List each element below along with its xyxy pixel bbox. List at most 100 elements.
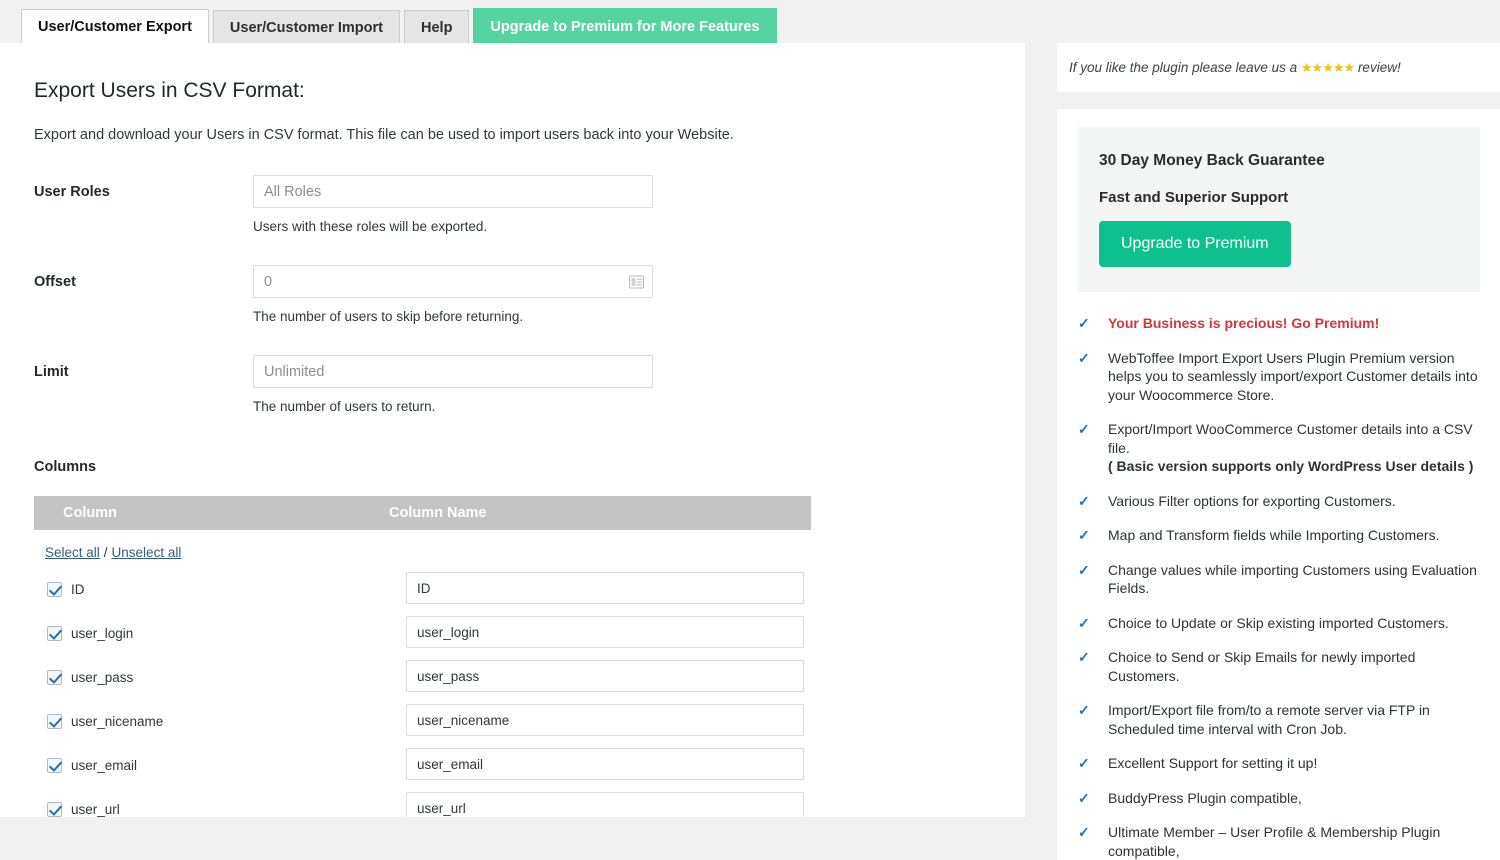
tab-bar: User/Customer ExportUser/Customer Import… [0,0,1500,44]
select-all-link[interactable]: Select all [45,545,100,560]
feature-text: BuddyPress Plugin compatible, [1108,790,1302,806]
field-help-2: The number of users to return. [253,399,991,415]
column-checkbox-wrap[interactable]: user_nicename [47,714,163,729]
column-row: ID [34,572,991,616]
column-name-input[interactable] [406,572,804,604]
check-icon: ✓ [1078,526,1090,545]
check-icon: ✓ [1078,823,1090,842]
form-row-2: Limit The number of users to return. [34,355,991,415]
column-header-column-name: Column Name [389,505,487,521]
export-settings-form: User Roles Users with these roles will be… [34,175,991,415]
field-wrapper-0: Users with these roles will be exported. [253,175,991,235]
check-icon: ✓ [1078,492,1090,511]
star-rating-icon[interactable]: ★★★★★ [1301,60,1354,75]
checkbox-checked-icon[interactable] [47,714,62,729]
select-all-separator: / [104,545,108,560]
column-checkbox-wrap[interactable]: user_pass [47,670,133,685]
input-offset[interactable] [253,265,653,298]
input-container-0 [253,175,653,208]
column-name-input[interactable] [406,660,804,692]
feature-item: ✓ Various Filter options for exporting Cu… [1078,492,1480,511]
feature-item: ✓ Export/Import WooCommerce Customer deta… [1078,420,1480,476]
column-label: ID [71,582,85,597]
column-label: user_login [71,626,133,641]
feature-item: ✓ Choice to Update or Skip existing impor… [1078,614,1480,633]
feature-text-bold-note: ( Basic version supports only WordPress … [1108,458,1473,474]
feature-text: Choice to Update or Skip existing import… [1108,615,1449,631]
autofill-form-icon[interactable] [629,275,644,288]
input-container-2 [253,355,653,388]
column-checkbox-wrap[interactable]: user_email [47,758,137,773]
column-row: user_pass [34,660,991,704]
premium-promo-box: 30 Day Money Back Guarantee Fast and Sup… [1077,127,1480,292]
unselect-all-link[interactable]: Unselect all [112,545,182,560]
form-row-1: Offset The number of users to skip before… [34,265,991,325]
page-description: Export and download your Users in CSV fo… [34,125,991,145]
column-name-input[interactable] [406,616,804,648]
tab-2[interactable]: Help [404,10,469,47]
field-help-0: Users with these roles will be exported. [253,219,991,235]
upgrade-to-premium-button[interactable]: Upgrade to Premium [1099,221,1291,267]
check-icon: ✓ [1078,754,1090,773]
input-container-1 [253,265,653,298]
input-limit[interactable] [253,355,653,388]
column-label: user_pass [71,670,133,685]
review-text-suffix: review! [1354,60,1401,75]
page-title: Export Users in CSV Format: [34,79,991,103]
checkbox-checked-icon[interactable] [47,670,62,685]
review-request-card: If you like the plugin please leave us a… [1057,43,1500,92]
feature-text: Export/Import WooCommerce Customer detai… [1108,421,1473,456]
columns-section-label: Columns [34,459,991,475]
sidebar: If you like the plugin please leave us a… [1057,43,1500,817]
feature-text: Various Filter options for exporting Cus… [1108,493,1396,509]
feature-item: ✓ BuddyPress Plugin compatible, [1078,789,1480,808]
check-icon: ✓ [1078,789,1090,808]
checkbox-checked-icon[interactable] [47,802,62,817]
feature-text: Excellent Support for setting it up! [1108,755,1317,771]
feature-item: ✓Import/Export file from/to a remote ser… [1078,701,1480,738]
column-checkbox-wrap[interactable]: ID [47,582,85,597]
feature-text: Ultimate Member – User Profile & Members… [1108,824,1440,859]
tab-1[interactable]: User/Customer Import [213,10,400,47]
feature-text: Import/Export file from/to a remote serv… [1108,702,1430,737]
field-label-2: Limit [34,364,69,380]
column-row: user_url [34,792,991,817]
column-header-column: Column [63,505,117,521]
feature-item: ✓ Map and Transform fields while Importin… [1078,526,1480,545]
feature-text: Map and Transform fields while Importing… [1108,527,1439,543]
column-name-input[interactable] [406,792,804,817]
column-checkbox-wrap[interactable]: user_login [47,626,133,641]
column-checkbox-wrap[interactable]: user_url [47,802,120,817]
feature-item: ✓Choice to Send or Skip Emails for newly… [1078,648,1480,685]
column-label: user_email [71,758,137,773]
support-text: Fast and Superior Support [1099,188,1458,208]
money-back-guarantee-text: 30 Day Money Back Guarantee [1099,151,1458,171]
check-icon: ✓ [1078,614,1090,633]
check-icon: ✓ [1078,420,1090,439]
check-icon: ✓ [1078,314,1090,333]
check-icon: ✓ [1078,349,1090,368]
select-all-controls: Select all / Unselect all [34,545,991,560]
input-user-roles[interactable] [253,175,653,208]
checkbox-checked-icon[interactable] [47,758,62,773]
columns-table-header: Column Column Name [34,496,811,530]
premium-feature-list: ✓Your Business is precious! Go Premium!✓… [1077,314,1480,860]
main-content-panel: Export Users in CSV Format: Export and d… [0,43,1025,817]
premium-promo-card: 30 Day Money Back Guarantee Fast and Sup… [1057,109,1500,860]
column-label: user_url [71,802,120,817]
field-help-1: The number of users to skip before retur… [253,309,991,325]
tab-upgrade-premium[interactable]: Upgrade to Premium for More Features [473,8,776,47]
feature-text: Your Business is precious! Go Premium! [1108,315,1379,331]
checkbox-checked-icon[interactable] [47,626,62,641]
feature-text: Change values while importing Customers … [1108,562,1477,597]
column-name-input[interactable] [406,704,804,736]
columns-list: ID user_login user_pass user_nicename user_e… [34,572,991,817]
field-wrapper-2: The number of users to return. [253,355,991,415]
field-label-1: Offset [34,274,76,290]
field-label-0: User Roles [34,184,110,200]
feature-item: ✓ Your Business is precious! Go Premium! [1078,314,1480,333]
tab-0[interactable]: User/Customer Export [21,9,209,47]
feature-item: ✓WebToffee Import Export Users Plugin Pr… [1078,349,1480,405]
column-name-input[interactable] [406,748,804,780]
checkbox-checked-icon[interactable] [47,582,62,597]
